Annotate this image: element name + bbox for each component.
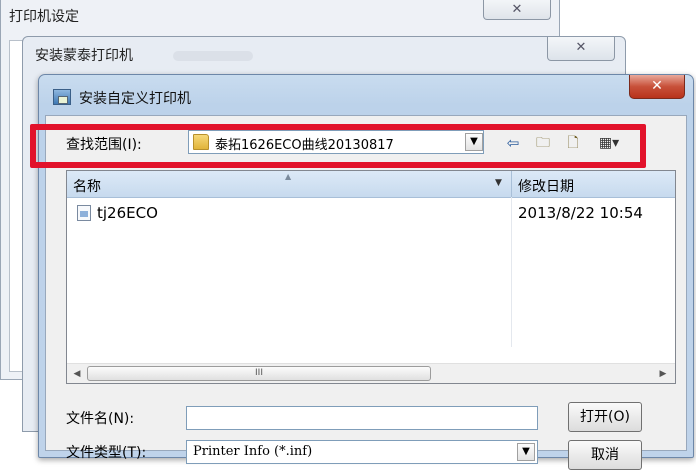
file-name-input[interactable] <box>186 406 538 430</box>
column-header-name[interactable]: 名称 <box>73 176 101 196</box>
close-icon: ✕ <box>575 40 587 55</box>
printer-settings-title: 打印机设定 <box>9 9 79 25</box>
install-printer-close-button[interactable]: ✕ <box>547 37 615 61</box>
cancel-button[interactable]: 取消 <box>568 440 642 470</box>
highlight-box <box>30 124 646 168</box>
install-printer-title: 安装蒙泰打印机 <box>35 48 133 64</box>
scroll-right-icon[interactable]: ▶ <box>655 366 671 382</box>
dialog-app-icon <box>53 89 71 105</box>
horizontal-scrollbar[interactable]: ◀ III ▶ <box>67 363 675 383</box>
scroll-left-icon[interactable]: ◀ <box>69 366 85 382</box>
scroll-thumb[interactable]: III <box>87 366 431 381</box>
dialog-title: 安装自定义打印机 <box>79 91 191 107</box>
file-row[interactable]: tj26ECO 2013/8/22 10:54 <box>69 201 673 225</box>
close-icon: ✕ <box>511 2 523 17</box>
file-type-label: 文件类型(T): <box>66 445 147 461</box>
printer-settings-close-button[interactable]: ✕ <box>483 0 551 20</box>
close-icon: ✕ <box>651 78 663 94</box>
column-divider <box>511 171 512 197</box>
inf-file-icon <box>77 205 91 221</box>
file-modified-date: 2013/8/22 10:54 <box>518 204 643 222</box>
column-header-modified[interactable]: 修改日期 <box>518 176 574 196</box>
file-type-value: Printer Info (*.inf) <box>193 444 313 459</box>
file-name: tj26ECO <box>97 204 158 222</box>
file-type-select[interactable]: Printer Info (*.inf) ▼ <box>186 440 538 464</box>
file-list[interactable]: 名称 ▲ ▼ 修改日期 tj26ECO 2013/8/22 10:54 ◀ II… <box>66 170 676 384</box>
file-name-label: 文件名(N): <box>66 411 135 427</box>
dialog-close-button[interactable]: ✕ <box>629 75 685 99</box>
open-button[interactable]: 打开(O) <box>568 402 642 432</box>
blurred-text <box>173 51 253 61</box>
sort-arrow-icon: ▲ <box>285 172 292 181</box>
column-dropdown-icon[interactable]: ▼ <box>495 178 502 188</box>
chevron-down-icon[interactable]: ▼ <box>517 443 535 461</box>
file-list-header: 名称 ▲ ▼ 修改日期 <box>67 171 675 198</box>
